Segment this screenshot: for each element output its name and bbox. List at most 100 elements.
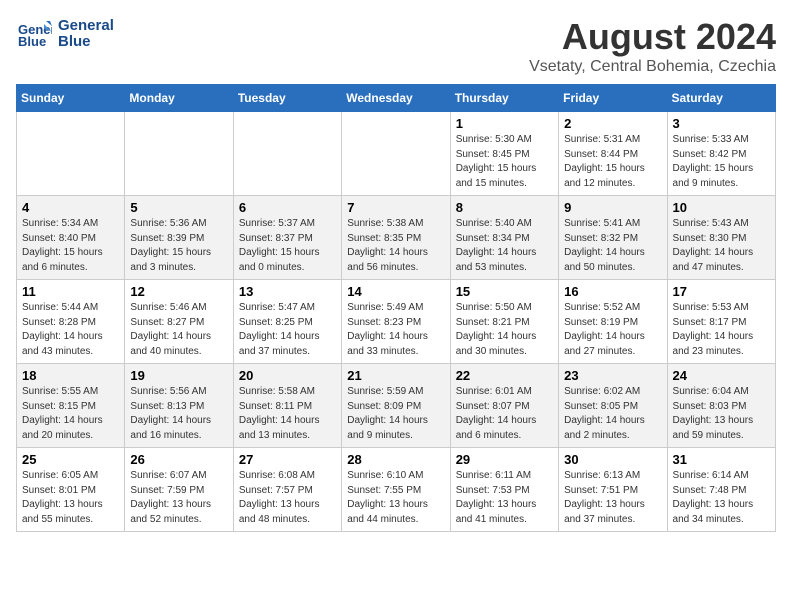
day-info: Sunrise: 6:11 AM Sunset: 7:53 PM Dayligh… [456,469,553,527]
day-info: Sunrise: 5:37 AM Sunset: 8:37 PM Dayligh… [239,217,336,275]
day-info: Sunrise: 6:13 AM Sunset: 7:51 PM Dayligh… [564,469,661,527]
day-cell: 21Sunrise: 5:59 AM Sunset: 8:09 PM Dayli… [342,364,450,448]
weekday-header-saturday: Saturday [667,85,775,112]
day-cell: 26 Sunrise: 6:07 AM Sunset: 7:59 PM Dayli… [125,448,233,532]
day-number: 29 [456,452,553,467]
weekday-header-friday: Friday [559,85,667,112]
week-row-1: 1 Sunrise: 5:30 AM Sunset: 8:45 PM Daylig… [17,112,776,196]
day-number: 26 [130,452,227,467]
day-number: 27 [239,452,336,467]
day-cell: 4 Sunrise: 5:34 AM Sunset: 8:40 PM Daylig… [17,196,125,280]
day-cell: 20 Sunrise: 5:58 AM Sunset: 8:11 PM Dayli… [233,364,341,448]
logo: General Blue General Blue [16,16,114,52]
day-number: 11 [22,284,119,299]
day-info: Sunrise: 5:47 AM Sunset: 8:25 PM Dayligh… [239,301,336,359]
day-number: 13 [239,284,336,299]
weekday-header-row: SundayMondayTuesdayWednesdayThursdayFrid… [17,85,776,112]
main-title: August 2024 [529,16,776,58]
day-cell [17,112,125,196]
day-info: Sunrise: 5:56 AM Sunset: 8:13 PM Dayligh… [130,385,227,443]
day-info: Sunrise: 5:40 AM Sunset: 8:34 PM Dayligh… [456,217,553,275]
calendar-table: SundayMondayTuesdayWednesdayThursdayFrid… [16,84,776,532]
day-cell: 1 Sunrise: 5:30 AM Sunset: 8:45 PM Daylig… [450,112,558,196]
subtitle: Vsetaty, Central Bohemia, Czechia [529,58,776,76]
day-cell: 31 Sunrise: 6:14 AM Sunset: 7:48 PM Dayli… [667,448,775,532]
day-info: Sunrise: 5:55 AM Sunset: 8:15 PM Dayligh… [22,385,119,443]
weekday-header-sunday: Sunday [17,85,125,112]
day-cell [233,112,341,196]
day-info: Sunrise: 6:10 AM Sunset: 7:55 PM Dayligh… [347,469,444,527]
week-row-4: 18 Sunrise: 5:55 AM Sunset: 8:15 PM Dayli… [17,364,776,448]
day-number: 18 [22,368,119,383]
day-cell: 17 Sunrise: 5:53 AM Sunset: 8:17 PM Dayli… [667,280,775,364]
day-info: Sunrise: 5:53 AM Sunset: 8:17 PM Dayligh… [673,301,770,359]
day-info: Sunrise: 5:30 AM Sunset: 8:45 PM Dayligh… [456,133,553,191]
day-number: 8 [456,200,553,215]
day-number: 6 [239,200,336,215]
day-cell: 15Sunrise: 5:50 AM Sunset: 8:21 PM Dayli… [450,280,558,364]
week-row-5: 25Sunrise: 6:05 AM Sunset: 8:01 PM Dayli… [17,448,776,532]
day-info: Sunrise: 5:59 AM Sunset: 8:09 PM Dayligh… [347,385,444,443]
day-info: Sunrise: 5:34 AM Sunset: 8:40 PM Dayligh… [22,217,119,275]
day-number: 4 [22,200,119,215]
day-cell: 9 Sunrise: 5:41 AM Sunset: 8:32 PM Daylig… [559,196,667,280]
day-number: 22 [456,368,553,383]
weekday-header-wednesday: Wednesday [342,85,450,112]
day-info: Sunrise: 5:33 AM Sunset: 8:42 PM Dayligh… [673,133,770,191]
day-cell: 11 Sunrise: 5:44 AM Sunset: 8:28 PM Dayli… [17,280,125,364]
day-number: 2 [564,116,661,131]
day-number: 17 [673,284,770,299]
day-number: 5 [130,200,227,215]
day-cell: 7Sunrise: 5:38 AM Sunset: 8:35 PM Daylig… [342,196,450,280]
weekday-header-thursday: Thursday [450,85,558,112]
day-cell: 19Sunrise: 5:56 AM Sunset: 8:13 PM Dayli… [125,364,233,448]
day-number: 16 [564,284,661,299]
day-info: Sunrise: 6:01 AM Sunset: 8:07 PM Dayligh… [456,385,553,443]
day-info: Sunrise: 6:05 AM Sunset: 8:01 PM Dayligh… [22,469,119,527]
day-info: Sunrise: 6:04 AM Sunset: 8:03 PM Dayligh… [673,385,770,443]
day-number: 12 [130,284,227,299]
day-number: 30 [564,452,661,467]
day-number: 1 [456,116,553,131]
day-info: Sunrise: 5:36 AM Sunset: 8:39 PM Dayligh… [130,217,227,275]
week-row-3: 11 Sunrise: 5:44 AM Sunset: 8:28 PM Dayli… [17,280,776,364]
day-number: 15 [456,284,553,299]
day-info: Sunrise: 5:31 AM Sunset: 8:44 PM Dayligh… [564,133,661,191]
day-info: Sunrise: 5:43 AM Sunset: 8:30 PM Dayligh… [673,217,770,275]
day-cell: 13 Sunrise: 5:47 AM Sunset: 8:25 PM Dayli… [233,280,341,364]
day-info: Sunrise: 6:07 AM Sunset: 7:59 PM Dayligh… [130,469,227,527]
day-cell: 2 Sunrise: 5:31 AM Sunset: 8:44 PM Daylig… [559,112,667,196]
day-info: Sunrise: 6:02 AM Sunset: 8:05 PM Dayligh… [564,385,661,443]
day-cell: 25Sunrise: 6:05 AM Sunset: 8:01 PM Dayli… [17,448,125,532]
day-cell: 18 Sunrise: 5:55 AM Sunset: 8:15 PM Dayli… [17,364,125,448]
day-number: 23 [564,368,661,383]
day-info: Sunrise: 6:14 AM Sunset: 7:48 PM Dayligh… [673,469,770,527]
logo-icon: General Blue [16,16,52,52]
weekday-header-monday: Monday [125,85,233,112]
day-cell: 16 Sunrise: 5:52 AM Sunset: 8:19 PM Dayli… [559,280,667,364]
day-info: Sunrise: 5:44 AM Sunset: 8:28 PM Dayligh… [22,301,119,359]
day-cell: 24 Sunrise: 6:04 AM Sunset: 8:03 PM Dayli… [667,364,775,448]
day-info: Sunrise: 6:08 AM Sunset: 7:57 PM Dayligh… [239,469,336,527]
day-number: 31 [673,452,770,467]
day-cell [125,112,233,196]
day-number: 28 [347,452,444,467]
day-info: Sunrise: 5:41 AM Sunset: 8:32 PM Dayligh… [564,217,661,275]
logo-line1: General [58,18,114,35]
day-info: Sunrise: 5:38 AM Sunset: 8:35 PM Dayligh… [347,217,444,275]
day-cell: 8 Sunrise: 5:40 AM Sunset: 8:34 PM Daylig… [450,196,558,280]
svg-text:Blue: Blue [18,34,46,49]
day-info: Sunrise: 5:58 AM Sunset: 8:11 PM Dayligh… [239,385,336,443]
day-number: 20 [239,368,336,383]
day-number: 24 [673,368,770,383]
day-number: 9 [564,200,661,215]
day-cell: 6 Sunrise: 5:37 AM Sunset: 8:37 PM Daylig… [233,196,341,280]
day-info: Sunrise: 5:52 AM Sunset: 8:19 PM Dayligh… [564,301,661,359]
day-cell: 12Sunrise: 5:46 AM Sunset: 8:27 PM Dayli… [125,280,233,364]
day-cell: 23 Sunrise: 6:02 AM Sunset: 8:05 PM Dayli… [559,364,667,448]
day-cell: 30 Sunrise: 6:13 AM Sunset: 7:51 PM Dayli… [559,448,667,532]
day-cell [342,112,450,196]
day-number: 10 [673,200,770,215]
title-area: August 2024 Vsetaty, Central Bohemia, Cz… [529,16,776,76]
day-cell: 10 Sunrise: 5:43 AM Sunset: 8:30 PM Dayli… [667,196,775,280]
